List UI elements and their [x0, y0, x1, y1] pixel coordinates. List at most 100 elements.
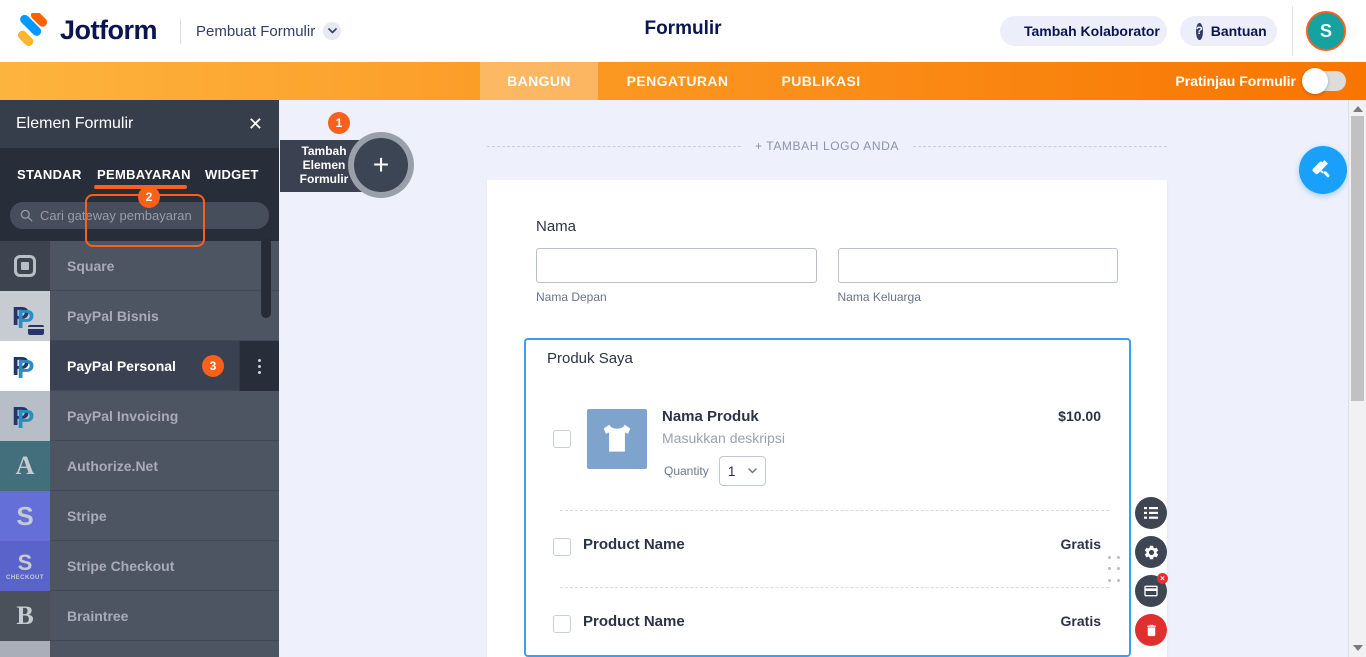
first-name-input[interactable] [536, 248, 817, 283]
product-item: Product Name Gratis [526, 510, 1129, 587]
tutorial-step-3-badge: 3 [202, 355, 224, 377]
tab-pengaturan[interactable]: PENGATURAN [598, 62, 757, 100]
product-description: Masukkan deskripsi [662, 430, 785, 446]
payment-gateway-list: Square PP PayPal Bisnis PP PayPal Person… [0, 241, 279, 657]
scroll-down-arrow[interactable] [1353, 645, 1363, 651]
context-label: Pembuat Formulir [196, 23, 315, 40]
tab-bangun[interactable]: BANGUN [480, 62, 598, 100]
product-list-settings-button[interactable] [1135, 497, 1167, 529]
gateway-label: Stripe Checkout [67, 558, 174, 574]
form-designer-button[interactable] [1299, 146, 1347, 194]
product-checkbox[interactable] [553, 538, 571, 556]
product-name: Product Name [583, 613, 685, 630]
sidebar-scrollbar-thumb[interactable] [261, 238, 271, 318]
toggle-knob [1302, 68, 1328, 94]
kebab-menu-icon[interactable] [239, 341, 279, 391]
quantity-select[interactable]: 1 [719, 456, 766, 486]
tab-pembayaran[interactable]: PEMBAYARAN [97, 167, 191, 182]
last-name-input[interactable] [838, 248, 1119, 283]
header-divider [180, 19, 181, 44]
tab-publikasi[interactable]: PUBLIKASI [757, 62, 885, 100]
add-collaborator-label: Tambah Kolaborator [1024, 23, 1160, 39]
sidebar-item-partial[interactable]: PP [0, 641, 279, 657]
page-scrollbar[interactable] [1348, 100, 1366, 657]
question-icon: ? [1196, 23, 1203, 40]
add-collaborator-button[interactable]: Tambah Kolaborator [1000, 16, 1167, 46]
jotform-logo[interactable]: Jotform [16, 13, 157, 47]
gateway-label: Authorize.Net [67, 458, 158, 474]
product-name: Nama Produk [662, 408, 759, 425]
paypal-business-icon: PP [0, 291, 50, 341]
name-field-label: Nama [536, 218, 1118, 235]
sidebar-item-paypal-invoicing[interactable]: PP PayPal Invoicing [0, 391, 279, 441]
product-price: $10.00 [1058, 408, 1101, 424]
gateway-label: PayPal Invoicing [67, 408, 178, 424]
drag-handle[interactable] [1108, 556, 1122, 586]
quantity-value: 1 [728, 463, 736, 479]
jotform-logo-text: Jotform [60, 15, 157, 46]
products-label: Produk Saya [547, 350, 633, 367]
credit-card-icon [1143, 583, 1159, 599]
square-icon [0, 241, 50, 291]
product-name: Product Name [583, 536, 685, 553]
product-checkbox[interactable] [553, 615, 571, 633]
field-action-buttons: × [1135, 497, 1169, 653]
quantity-label: Quantity [664, 464, 709, 478]
plus-icon: + [354, 138, 408, 192]
close-icon[interactable]: ✕ [248, 115, 263, 133]
scrollbar-thumb[interactable] [1351, 116, 1364, 401]
gateway-label: Stripe [67, 508, 107, 524]
add-element-plus-button[interactable]: + [348, 132, 414, 198]
form-canvas: Tambah Elemen Formulir + 1 + TAMBAH LOGO… [279, 100, 1348, 657]
braintree-icon: B [0, 591, 50, 641]
builder-nav-bar: BANGUN PENGATURAN PUBLIKASI Pratinjau Fo… [0, 62, 1366, 100]
stripe-icon: S [0, 491, 50, 541]
form-builder-context-dropdown[interactable]: Pembuat Formulir [196, 22, 341, 40]
tutorial-step-1-badge: 1 [328, 112, 350, 134]
delete-field-button[interactable] [1135, 614, 1167, 646]
stripe-checkout-icon: S CHECKOUT [0, 541, 50, 591]
tab-widget[interactable]: WIDGET [205, 167, 259, 182]
last-name-sublabel: Nama Keluarga [838, 290, 1119, 304]
sidebar-item-braintree[interactable]: B Braintree [0, 591, 279, 641]
product-price: Gratis [1061, 536, 1101, 552]
tab-standar[interactable]: STANDAR [17, 167, 82, 182]
sidebar-item-paypal-bisnis[interactable]: PP PayPal Bisnis [0, 291, 279, 341]
header-divider [1292, 6, 1293, 56]
authorize-net-icon: A [0, 441, 50, 491]
product-image [587, 409, 647, 469]
sidebar-item-stripe-checkout[interactable]: S CHECKOUT Stripe Checkout [0, 541, 279, 591]
field-settings-button[interactable] [1135, 536, 1167, 568]
product-item: Nama Produk Masukkan deskripsi Quantity … [526, 400, 1129, 510]
tshirt-icon [598, 420, 636, 458]
form-card: Nama Nama Depan Nama Keluarga Produk Say… [487, 180, 1167, 657]
sidebar-item-paypal-personal[interactable]: PP PayPal Personal 3 [0, 341, 279, 391]
payment-settings-button[interactable]: × [1135, 575, 1167, 607]
dashed-line [487, 146, 741, 147]
alert-badge-icon: × [1157, 573, 1168, 584]
sidebar-item-stripe[interactable]: S Stripe [0, 491, 279, 541]
dashed-line [913, 146, 1167, 147]
list-icon [1143, 506, 1159, 520]
preview-form-toggle[interactable] [1304, 71, 1346, 91]
search-icon [20, 209, 33, 222]
add-logo-label: + TAMBAH LOGO ANDA [755, 139, 899, 153]
scroll-up-arrow[interactable] [1353, 106, 1363, 112]
product-checkbox[interactable] [553, 430, 571, 448]
jotform-logo-icon [16, 13, 50, 47]
preview-form-label: Pratinjau Formulir [1175, 73, 1296, 89]
help-button[interactable]: ? Bantuan [1180, 16, 1277, 46]
sidebar-item-square[interactable]: Square [0, 241, 279, 291]
panel-tabs: STANDAR PEMBAYARAN WIDGET 2 [0, 148, 279, 200]
products-field-selected[interactable]: Produk Saya Nama Produk Masukkan deskrip… [524, 338, 1131, 657]
trash-icon [1144, 623, 1159, 638]
sidebar-item-authorize-net[interactable]: A Authorize.Net [0, 441, 279, 491]
name-field[interactable]: Nama Nama Depan Nama Keluarga [536, 218, 1118, 304]
add-logo-area[interactable]: + TAMBAH LOGO ANDA [487, 136, 1167, 156]
gear-icon [1143, 544, 1160, 561]
search-input[interactable] [10, 202, 269, 229]
chevron-down-icon [323, 22, 341, 40]
panel-title: Elemen Formulir [16, 115, 248, 133]
jotform-form-builder: Jotform Pembuat Formulir Formulir Tambah… [0, 0, 1366, 657]
user-avatar[interactable]: S [1306, 11, 1346, 51]
